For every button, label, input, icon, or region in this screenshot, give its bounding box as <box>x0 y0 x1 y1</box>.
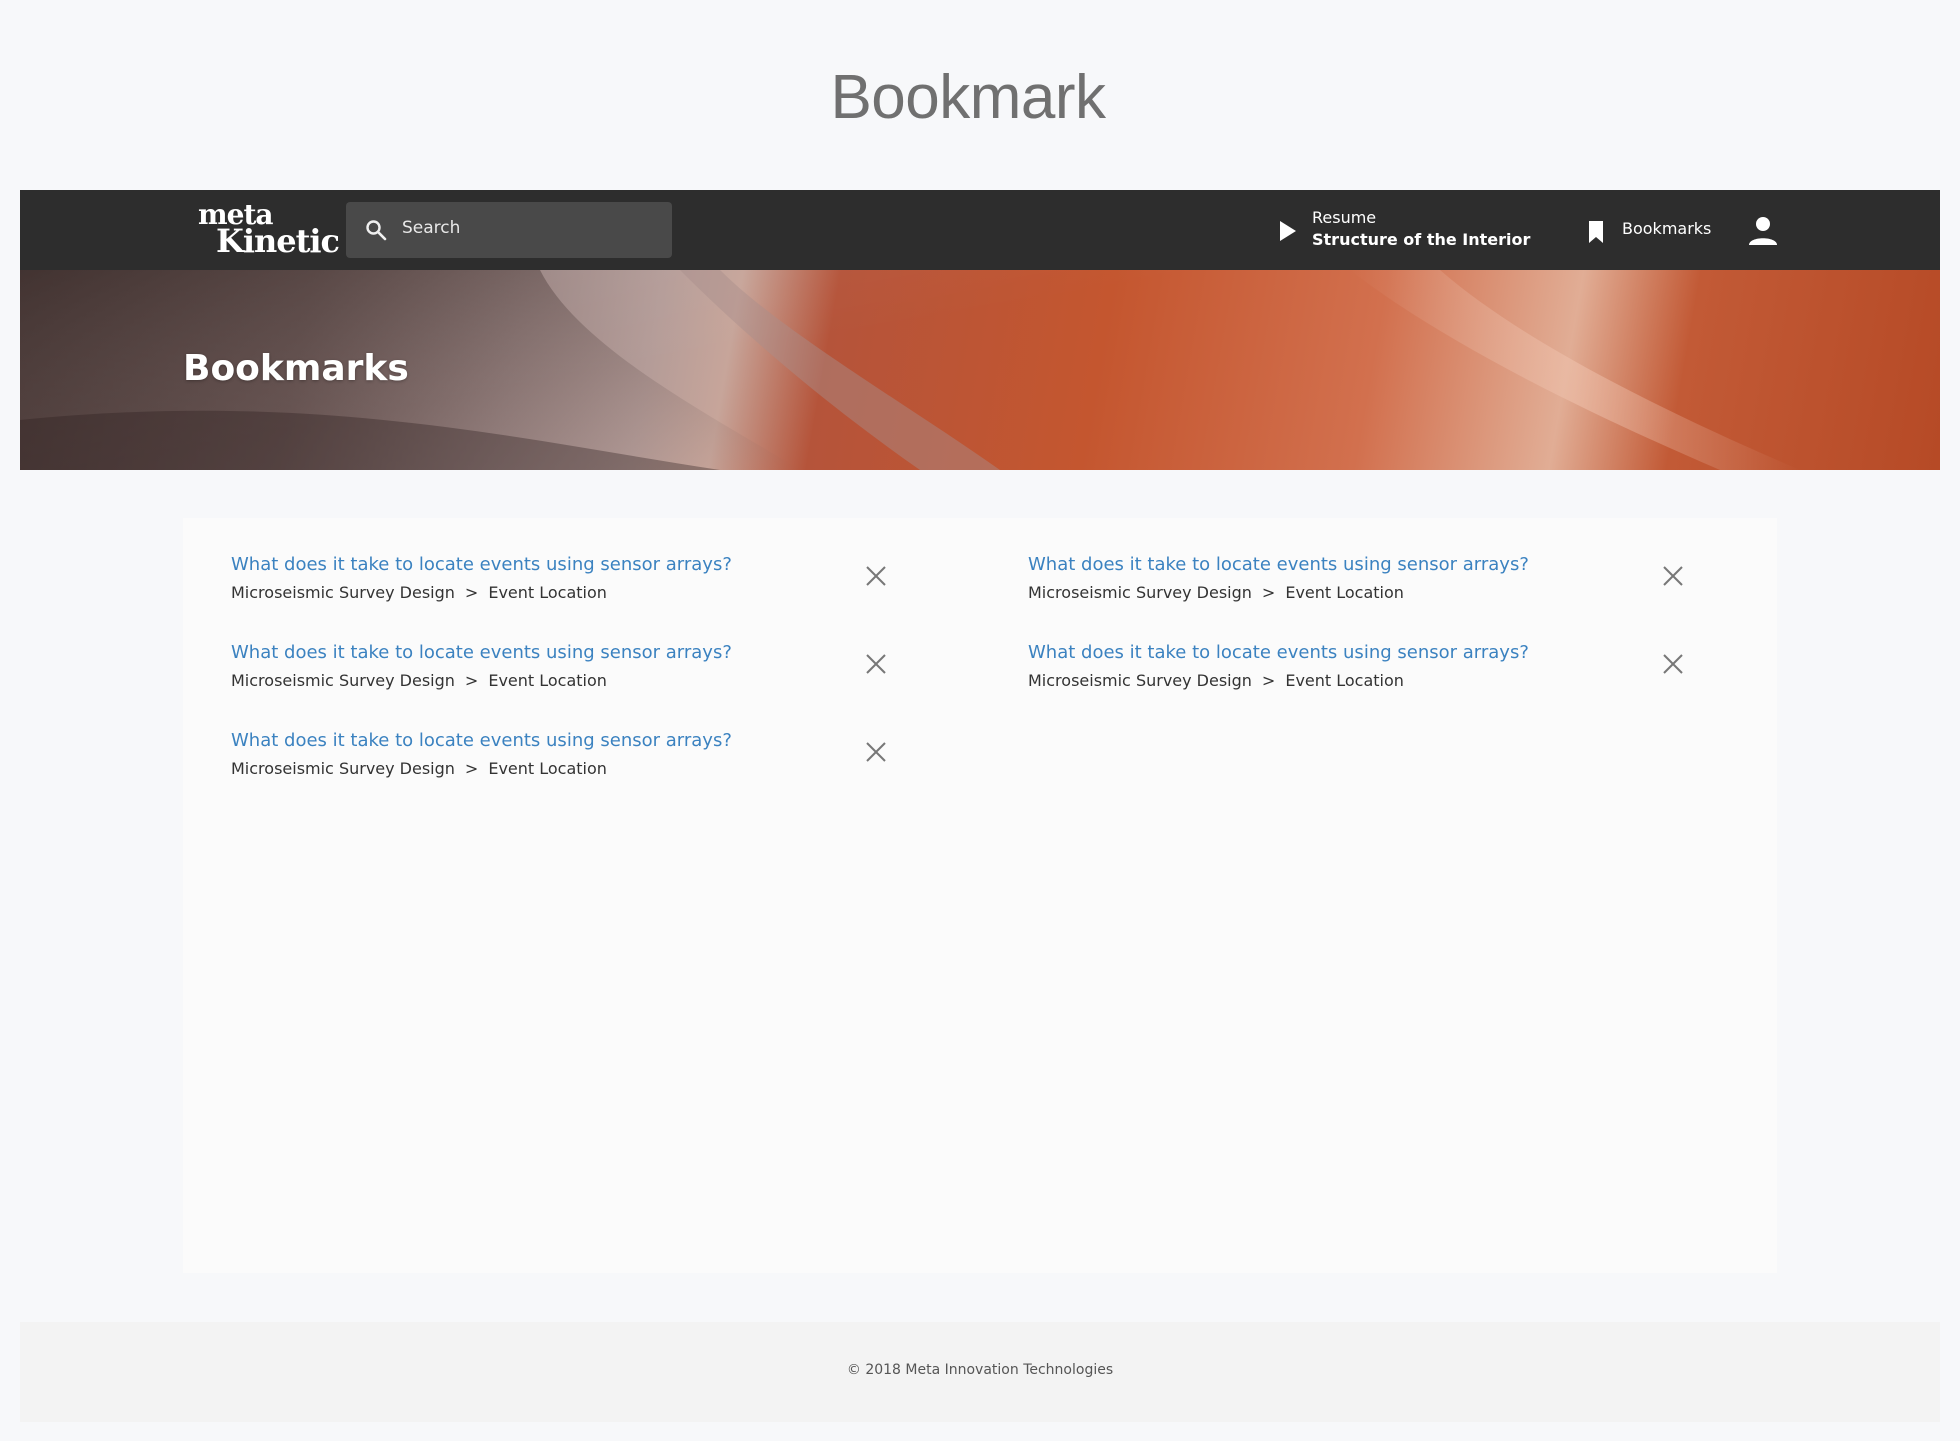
search-input[interactable]: Search <box>346 202 672 258</box>
remove-bookmark-close-icon[interactable] <box>864 564 888 588</box>
remove-bookmark-close-icon[interactable] <box>1661 564 1685 588</box>
bookmarks-nav-label: Bookmarks <box>1622 219 1712 238</box>
breadcrumb-separator: > <box>464 759 479 778</box>
breadcrumb-separator: > <box>464 583 479 602</box>
bookmark-breadcrumb: Microseismic Survey Design > Event Locatio… <box>231 671 607 690</box>
bookmark-icon <box>1589 221 1603 243</box>
bookmark-title-link[interactable]: What does it take to locate events using… <box>1028 642 1529 663</box>
breadcrumb-separator: > <box>1261 583 1276 602</box>
bookmark-breadcrumb: Microseismic Survey Design > Event Locatio… <box>1028 671 1404 690</box>
breadcrumb-course: Microseismic Survey Design <box>231 671 455 690</box>
search-placeholder: Search <box>402 218 461 238</box>
remove-bookmark-close-icon[interactable] <box>1661 652 1685 676</box>
top-navbar: meta Kinetic Search Resume Structure of … <box>20 190 1940 270</box>
bookmark-title-link[interactable]: What does it take to locate events using… <box>231 730 732 751</box>
resume-lesson-title: Structure of the Interior <box>1312 230 1531 249</box>
search-icon <box>366 220 387 241</box>
bookmark-item: What does it take to locate events using… <box>231 554 931 614</box>
remove-bookmark-close-icon[interactable] <box>864 652 888 676</box>
hero-banner: Bookmarks <box>20 270 1940 470</box>
hero-title: Bookmarks <box>183 348 409 389</box>
bookmark-title-link[interactable]: What does it take to locate events using… <box>1028 554 1529 575</box>
page-heading: Bookmark <box>830 63 1106 132</box>
bookmark-item: What does it take to locate events using… <box>231 642 931 702</box>
bookmarks-nav-link[interactable]: Bookmarks <box>1566 210 1726 250</box>
resume-button[interactable]: Resume Structure of the Interior <box>1256 208 1530 256</box>
breadcrumb-lesson: Event Location <box>488 759 607 778</box>
footer: © 2018 Meta Innovation Technologies <box>20 1322 1940 1422</box>
logo-line-2: Kinetic <box>216 222 340 260</box>
bookmark-item: What does it take to locate events using… <box>1028 554 1728 614</box>
bookmark-breadcrumb: Microseismic Survey Design > Event Locatio… <box>1028 583 1404 602</box>
play-icon <box>1280 221 1296 241</box>
bookmarks-card: What does it take to locate events using… <box>183 518 1777 1273</box>
breadcrumb-separator: > <box>1261 671 1276 690</box>
breadcrumb-separator: > <box>464 671 479 690</box>
bookmark-title-link[interactable]: What does it take to locate events using… <box>231 642 732 663</box>
breadcrumb-course: Microseismic Survey Design <box>231 759 455 778</box>
breadcrumb-course: Microseismic Survey Design <box>231 583 455 602</box>
bookmark-item: What does it take to locate events using… <box>1028 642 1728 702</box>
breadcrumb-lesson: Event Location <box>488 583 607 602</box>
bookmark-title-link[interactable]: What does it take to locate events using… <box>231 554 732 575</box>
breadcrumb-lesson: Event Location <box>488 671 607 690</box>
breadcrumb-lesson: Event Location <box>1285 583 1404 602</box>
resume-label: Resume <box>1312 208 1377 227</box>
bookmark-item: What does it take to locate events using… <box>231 730 931 790</box>
user-account-icon[interactable] <box>1746 214 1780 248</box>
breadcrumb-course: Microseismic Survey Design <box>1028 671 1252 690</box>
remove-bookmark-close-icon[interactable] <box>864 740 888 764</box>
meta-kinetic-logo[interactable]: meta Kinetic <box>178 201 340 262</box>
bookmark-breadcrumb: Microseismic Survey Design > Event Locatio… <box>231 583 607 602</box>
breadcrumb-lesson: Event Location <box>1285 671 1404 690</box>
breadcrumb-course: Microseismic Survey Design <box>1028 583 1252 602</box>
bookmark-breadcrumb: Microseismic Survey Design > Event Locatio… <box>231 759 607 778</box>
copyright-text: © 2018 Meta Innovation Technologies <box>846 1362 1114 1378</box>
